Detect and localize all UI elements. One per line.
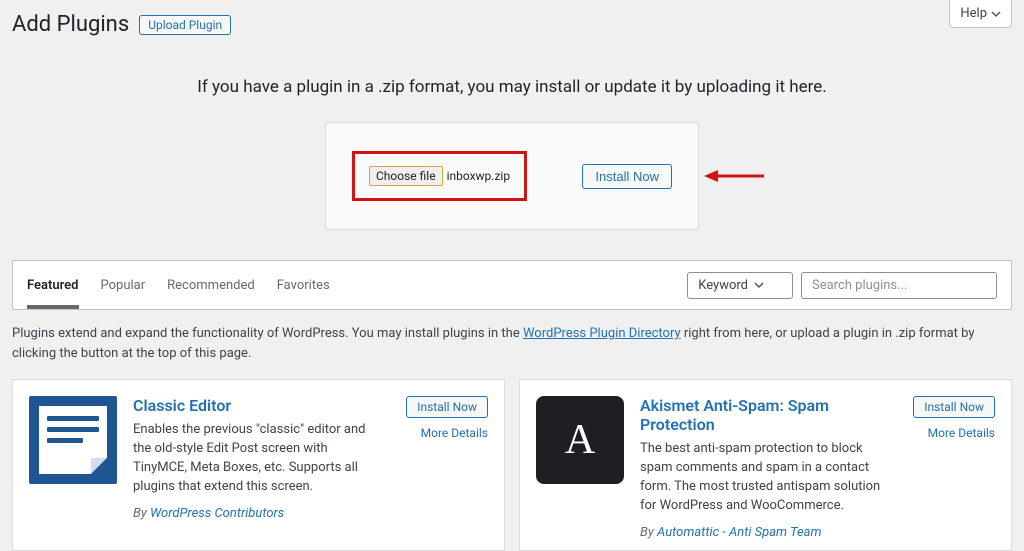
plugin-author-link[interactable]: WordPress Contributors <box>150 506 284 521</box>
search-type-select[interactable]: Keyword <box>687 272 793 299</box>
search-type-label: Keyword <box>698 278 748 293</box>
more-details-link[interactable]: More Details <box>928 426 995 440</box>
choose-file-button[interactable]: Choose file <box>369 166 443 186</box>
plugin-author-link[interactable]: Automattic - Anti Spam Team <box>657 525 822 540</box>
plugin-title[interactable]: Classic Editor <box>133 396 380 415</box>
install-now-button[interactable]: Install Now <box>406 396 488 418</box>
search-input[interactable] <box>801 272 997 299</box>
upload-plugin-button[interactable]: Upload Plugin <box>139 15 231 35</box>
filter-tabs: Featured Popular Recommended Favorites <box>27 261 330 309</box>
tab-recommended[interactable]: Recommended <box>167 261 255 309</box>
upload-panel: Choose file inboxwp.zip Install Now <box>325 122 699 230</box>
help-tab[interactable]: Help <box>949 0 1012 28</box>
plugin-title[interactable]: Akismet Anti-Spam: Spam Protection <box>640 396 887 434</box>
tab-popular[interactable]: Popular <box>101 261 146 309</box>
upload-caption: If you have a plugin in a .zip format, y… <box>0 77 1024 97</box>
page-title: Add Plugins <box>12 12 129 37</box>
install-now-button[interactable]: Install Now <box>582 164 672 189</box>
plugin-directory-link[interactable]: WordPress Plugin Directory <box>523 326 681 341</box>
install-now-button[interactable]: Install Now <box>913 396 995 418</box>
more-details-link[interactable]: More Details <box>421 426 488 440</box>
plugin-description: Enables the previous "classic" editor an… <box>133 421 380 496</box>
tab-featured[interactable]: Featured <box>27 261 79 309</box>
plugin-card-classic-editor: Classic Editor Enables the previous "cla… <box>12 379 505 551</box>
plugin-description: The best anti-spam protection to block s… <box>640 440 887 515</box>
plugin-author-prefix: By <box>640 525 657 540</box>
intro-paragraph: Plugins extend and expand the functional… <box>12 324 1012 363</box>
selected-file-name: inboxwp.zip <box>447 169 511 183</box>
chevron-down-icon <box>754 280 764 290</box>
plugin-card-akismet: A Akismet Anti-Spam: Spam Protection The… <box>519 379 1012 551</box>
chevron-down-icon <box>991 9 1001 19</box>
filter-bar: Featured Popular Recommended Favorites K… <box>12 260 1012 310</box>
classic-editor-icon <box>29 396 117 484</box>
help-tab-label: Help <box>960 6 987 21</box>
file-highlight-box: Choose file inboxwp.zip <box>352 151 527 201</box>
arrow-annotation-icon <box>704 166 764 186</box>
akismet-icon: A <box>536 396 624 484</box>
plugin-author-prefix: By <box>133 506 150 521</box>
tab-favorites[interactable]: Favorites <box>277 261 330 309</box>
intro-prefix: Plugins extend and expand the functional… <box>12 326 523 341</box>
